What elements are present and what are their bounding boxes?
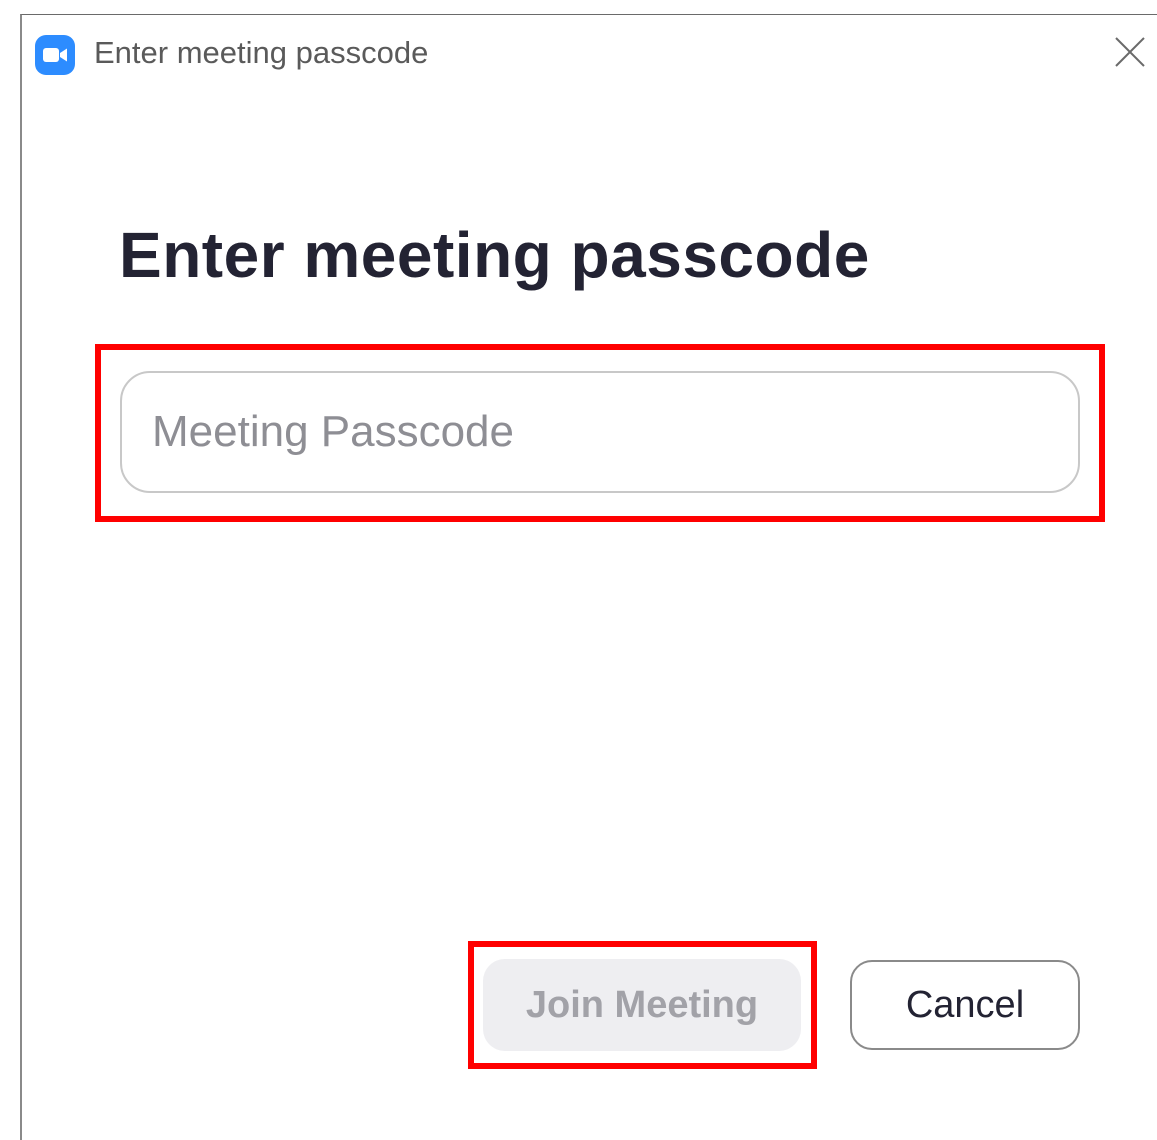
window-title: Enter meeting passcode <box>94 35 429 70</box>
zoom-video-camera-icon <box>35 35 75 75</box>
dialog-heading: Enter meeting passcode <box>119 219 870 291</box>
cancel-button[interactable]: Cancel <box>850 960 1080 1050</box>
close-icon[interactable] <box>1113 35 1147 69</box>
passcode-input[interactable] <box>120 371 1080 493</box>
title-bar: Enter meeting passcode <box>22 15 1157 91</box>
passcode-dialog-window: Enter meeting passcode Enter meeting pas… <box>20 14 1157 1140</box>
join-meeting-button[interactable]: Join Meeting <box>483 959 801 1051</box>
